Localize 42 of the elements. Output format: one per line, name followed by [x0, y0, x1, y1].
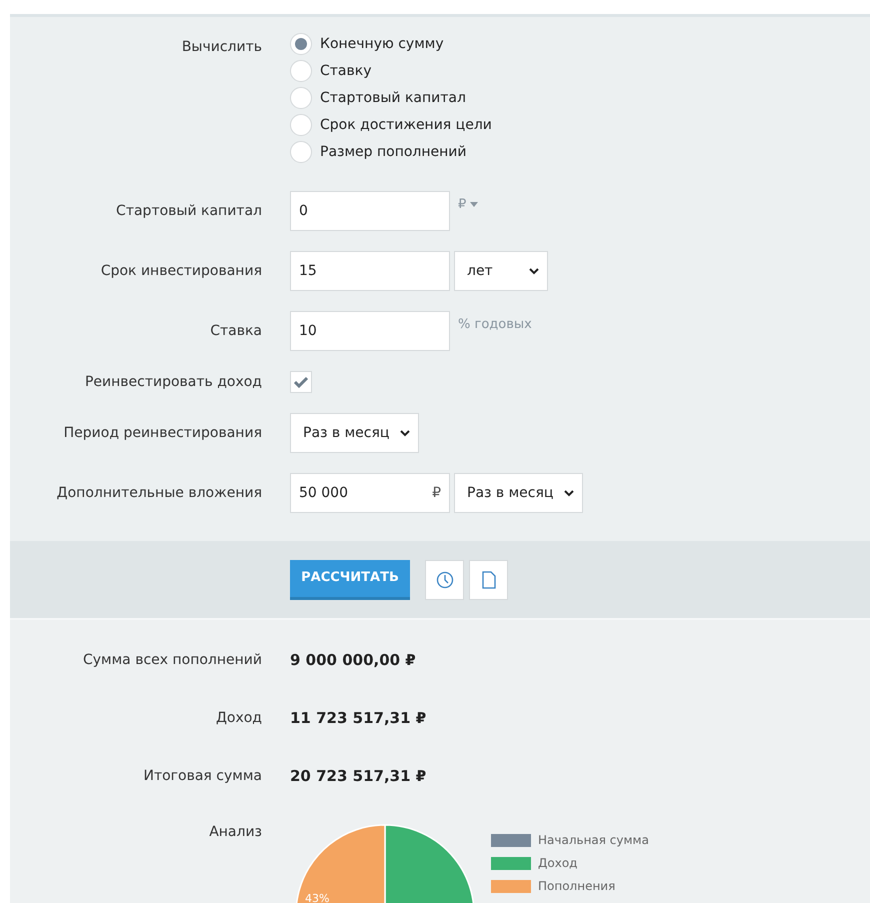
- legend-label: Начальная сумма: [538, 832, 649, 849]
- unit-label: ₽: [458, 196, 466, 214]
- field-label: Сумма всех пополнений: [82, 650, 262, 670]
- radio-option[interactable]: Срок достижения цели: [290, 114, 492, 136]
- legend-label: Пополнения: [538, 878, 616, 895]
- field-label: Период реинвестирования: [64, 424, 262, 442]
- radio-option[interactable]: Конечную сумму: [290, 33, 492, 55]
- caret-down-icon[interactable]: [470, 202, 478, 208]
- percent-label: 43%: [305, 892, 330, 903]
- field-label: Вычислить: [182, 38, 262, 57]
- radio-option[interactable]: Размер пополнений: [290, 141, 492, 163]
- field-label: Анализ: [209, 823, 262, 842]
- dropdown-select[interactable]: Раз в месяц: [290, 413, 419, 453]
- field-label: Срок инвестирования: [100, 262, 262, 280]
- document-icon: [482, 570, 496, 588]
- field-label: Ставка: [210, 322, 262, 340]
- chevron-down-icon: [400, 430, 410, 436]
- chevron-down-icon: [529, 268, 539, 274]
- unit-label: % годовых: [458, 316, 532, 334]
- document-button[interactable]: [469, 560, 508, 600]
- field-label: Стартовый капитал: [116, 202, 262, 220]
- number-input-field[interactable]: 0: [290, 191, 450, 231]
- chevron-down-icon: [564, 490, 574, 496]
- dropdown-select[interactable]: Раз в месяц: [454, 473, 583, 513]
- result-value: 9 000 000,00 ₽: [290, 651, 416, 669]
- number-input-field[interactable]: 10: [290, 311, 450, 351]
- clock-icon: [436, 570, 454, 588]
- checkbox[interactable]: [290, 371, 312, 393]
- result-value: 11 723 517,31 ₽: [290, 709, 426, 727]
- field-label: Итоговая сумма: [143, 766, 262, 786]
- result-value: 20 723 517,31 ₽: [290, 767, 426, 785]
- legend-label: Доход: [538, 855, 578, 872]
- radio-option[interactable]: Стартовый капитал: [290, 87, 492, 109]
- history-button[interactable]: [425, 560, 464, 600]
- field-label: Дополнительные вложения: [56, 484, 262, 502]
- radio-option[interactable]: Ставку: [290, 60, 492, 82]
- number-input-field[interactable]: 50 000 ₽: [290, 473, 450, 513]
- checkmark-icon: [294, 376, 308, 388]
- field-label: Реинвестировать доход: [84, 372, 262, 392]
- number-input-field[interactable]: 15: [290, 251, 450, 291]
- field-label: Доход: [216, 708, 262, 728]
- dropdown-select[interactable]: лет: [454, 251, 548, 291]
